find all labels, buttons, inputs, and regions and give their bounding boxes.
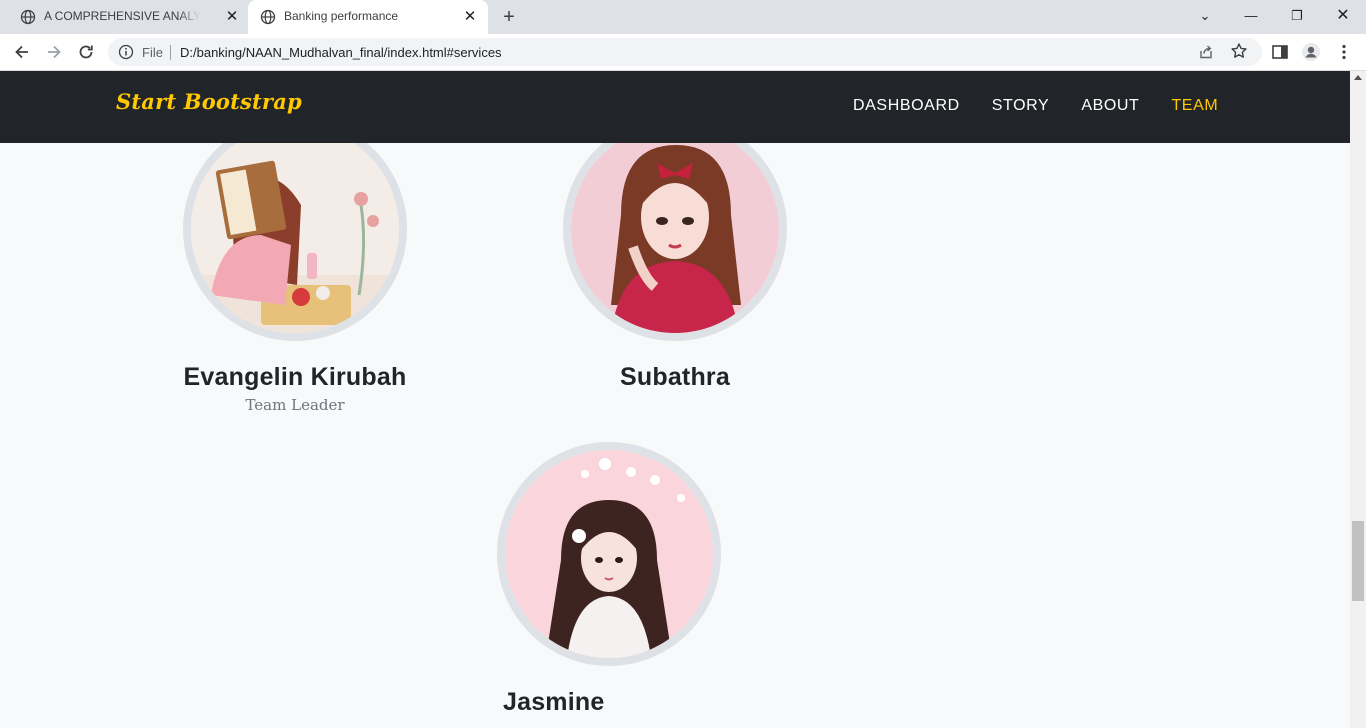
reload-icon[interactable] bbox=[76, 42, 96, 62]
team-member: Subathra bbox=[515, 117, 835, 392]
avatar-illustration bbox=[571, 125, 779, 333]
browser-tab[interactable]: A COMPREHENSIVE ANALYSIS OF ✕ bbox=[8, 0, 248, 34]
scrollbar-thumb[interactable] bbox=[1352, 521, 1364, 601]
member-avatar bbox=[183, 117, 407, 341]
page-viewport: Start Bootstrap Dashboard Story About Te… bbox=[0, 71, 1350, 728]
member-name: Subathra bbox=[620, 363, 730, 391]
close-icon[interactable]: ✕ bbox=[462, 9, 478, 25]
avatar-illustration bbox=[191, 125, 399, 333]
star-icon[interactable] bbox=[1230, 42, 1248, 60]
member-name: Evangelin Kirubah bbox=[183, 363, 407, 391]
scroll-up-arrow-icon[interactable] bbox=[1354, 75, 1362, 80]
site-navbar: Start Bootstrap Dashboard Story About Te… bbox=[0, 71, 1350, 143]
globe-icon bbox=[20, 9, 36, 25]
nav-links: Dashboard Story About Team bbox=[853, 97, 1218, 115]
restore-icon[interactable]: ❐ bbox=[1287, 6, 1307, 26]
member-name: Jasmine bbox=[503, 688, 605, 716]
browser-tab-active[interactable]: Banking performance ✕ bbox=[248, 0, 488, 34]
back-icon[interactable] bbox=[12, 42, 32, 62]
scheme-label: File bbox=[142, 45, 163, 60]
nav-link-story[interactable]: Story bbox=[992, 97, 1050, 115]
window-close-icon[interactable]: ✕ bbox=[1333, 6, 1353, 26]
page-scrollbar[interactable] bbox=[1350, 71, 1366, 728]
globe-icon bbox=[260, 9, 276, 25]
tab-search-icon[interactable]: ⌄ bbox=[1195, 6, 1215, 26]
forward-icon[interactable] bbox=[44, 42, 64, 62]
team-member: Evangelin Kirubah Team Leader bbox=[135, 117, 455, 414]
new-tab-icon[interactable]: + bbox=[500, 7, 518, 27]
member-role: Team Leader bbox=[245, 396, 345, 414]
tab-title: Banking performance bbox=[284, 9, 399, 23]
minimize-icon[interactable]: — bbox=[1241, 6, 1261, 26]
nav-link-team[interactable]: Team bbox=[1171, 97, 1218, 115]
team-member: Jasmine bbox=[449, 442, 769, 717]
address-bar[interactable]: File D:/banking/NAAN_Mudhalvan_final/ind… bbox=[108, 38, 1262, 66]
url-text[interactable]: D:/banking/NAAN_Mudhalvan_final/index.ht… bbox=[180, 45, 502, 60]
share-icon[interactable] bbox=[1198, 44, 1214, 60]
info-icon[interactable] bbox=[118, 44, 134, 60]
profile-icon[interactable] bbox=[1301, 42, 1321, 62]
tab-strip: A COMPREHENSIVE ANALYSIS OF ✕ Banking pe… bbox=[0, 0, 1366, 34]
avatar-illustration bbox=[505, 450, 713, 658]
browser-toolbar: File D:/banking/NAAN_Mudhalvan_final/ind… bbox=[0, 34, 1366, 71]
tab-title: A COMPREHENSIVE ANALYSIS OF bbox=[44, 9, 200, 23]
menu-icon[interactable] bbox=[1334, 42, 1354, 62]
nav-link-dashboard[interactable]: Dashboard bbox=[853, 97, 960, 115]
member-avatar bbox=[497, 442, 721, 666]
nav-link-about[interactable]: About bbox=[1081, 97, 1139, 115]
brand-logo[interactable]: Start Bootstrap bbox=[116, 89, 302, 114]
member-avatar bbox=[563, 117, 787, 341]
side-panel-icon[interactable] bbox=[1270, 42, 1290, 62]
close-icon[interactable]: ✕ bbox=[224, 9, 240, 25]
divider bbox=[170, 45, 171, 60]
